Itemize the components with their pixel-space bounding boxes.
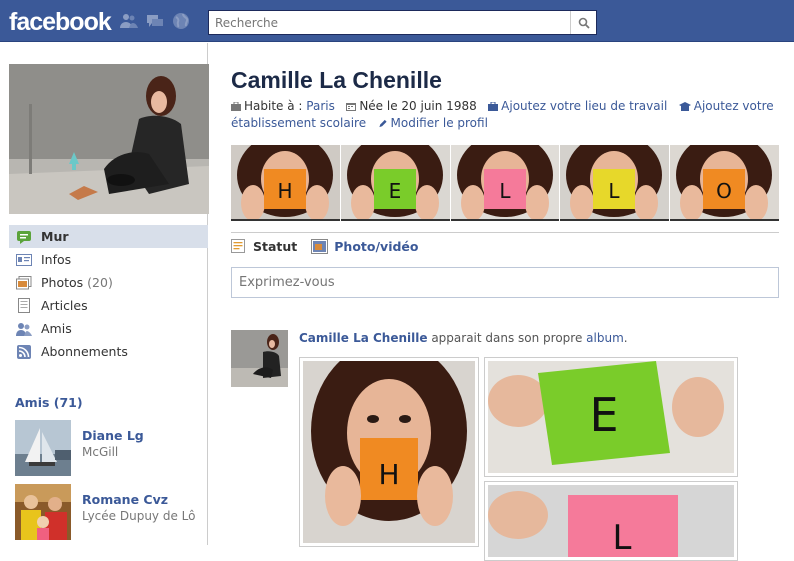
photo-count: (20) [87,275,113,290]
left-column: Mur Infos Photos (20) Articles Amis Abon… [0,43,209,545]
divider [231,232,779,233]
search-icon [578,17,590,29]
tab-status[interactable]: Statut [231,239,297,254]
strip-letter: L [499,179,511,203]
album-photo[interactable]: H [299,357,479,547]
friends-icon [16,322,32,336]
birthday: Née le 20 juin 1988 [346,99,477,113]
strip-letter: H [277,179,292,203]
sidebar-item-label: Mur [41,229,69,244]
sidebar-item-articles[interactable]: Articles [9,294,208,317]
strip-photo[interactable]: O [670,145,779,221]
messages-icon[interactable] [145,12,165,30]
strip-letter: O [716,179,732,203]
friends-section-title[interactable]: Amis (71) [15,395,83,410]
story-author-photo[interactable] [231,330,288,387]
sidebar-item-photos[interactable]: Photos (20) [9,271,208,294]
sidebar-item-label: Photos [41,275,84,290]
sidebar-item-wall[interactable]: Mur [9,225,208,248]
calendar-icon [346,103,357,111]
pencil-icon [378,119,387,128]
globe-icon[interactable] [171,12,191,30]
story-headline: Camille La Chenille apparait dans son pr… [299,331,628,345]
friend-item[interactable]: Diane Lg McGill [15,420,205,478]
album-letter: L [613,518,632,557]
facebook-logo[interactable]: facebook [9,8,112,37]
status-icon [231,239,245,253]
profile-picture[interactable] [9,64,209,214]
strip-photo[interactable]: E [340,145,450,221]
sidebar-item-label: Abonnements [41,344,128,359]
profile-nav: Mur Infos Photos (20) Articles Amis Abon… [9,225,208,363]
profile-info: Habite à : Paris Née le 20 juin 1988 Ajo… [231,98,786,132]
add-work-link[interactable]: Ajoutez votre lieu de travail [488,99,667,113]
strip-letter: L [609,179,621,203]
search-box [208,10,597,35]
photo-strip: HELLO [231,145,779,221]
info-icon [16,253,32,267]
strip-photo[interactable]: L [450,145,560,221]
friend-item[interactable]: Romane Cvz Lycée Dupuy de Lô [15,484,205,542]
composer-tabs: Statut Photo/vidéo [231,239,419,254]
strip-photo[interactable]: L [560,145,670,221]
city-link[interactable]: Paris [306,99,335,113]
friend-photo[interactable] [15,420,71,476]
profile-name: Camille La Chenille [231,67,442,93]
story-author-link[interactable]: Camille La Chenille [299,331,428,345]
strip-photo[interactable]: H [231,145,340,221]
jewel-icons [119,12,191,30]
main-column: Camille La Chenille Habite à : Paris Née… [208,43,794,561]
sidebar-item-label: Infos [41,252,72,267]
friend-network: McGill [82,445,119,459]
lives-in: Habite à : Paris [231,99,335,113]
sidebar-item-label: Amis [41,321,72,336]
album-preview: H E L [299,357,738,561]
subscriptions-icon [16,344,32,359]
album-letter: E [589,388,618,442]
sidebar-item-friends[interactable]: Amis [9,317,208,340]
sidebar-item-info[interactable]: Infos [9,248,208,271]
notes-icon [16,298,32,313]
wall-icon [16,230,32,244]
strip-letter: E [388,179,401,203]
friend-name[interactable]: Diane Lg [82,428,144,443]
photos-icon [16,275,32,290]
album-photo[interactable]: E [484,357,738,477]
sidebar-item-label: Articles [41,298,88,313]
friend-photo[interactable] [15,484,71,540]
friends-icon[interactable] [119,12,139,30]
status-input[interactable] [232,268,778,297]
search-button[interactable] [570,11,596,34]
album-letter: H [378,458,399,491]
status-composer [231,267,779,298]
sidebar-item-subscriptions[interactable]: Abonnements [9,340,208,363]
friend-name[interactable]: Romane Cvz [82,492,168,507]
photo-icon [311,239,329,254]
tab-photo-video[interactable]: Photo/vidéo [311,239,419,254]
friend-network: Lycée Dupuy de Lô [82,509,196,523]
search-input[interactable] [209,11,569,34]
album-photo[interactable]: L [484,481,738,561]
bag-icon [231,102,241,111]
school-icon [678,102,691,111]
briefcase-icon [488,102,499,111]
edit-profile-link[interactable]: Modifier le profil [378,116,488,130]
top-bar: facebook [0,0,794,42]
album-link[interactable]: album [586,331,624,345]
